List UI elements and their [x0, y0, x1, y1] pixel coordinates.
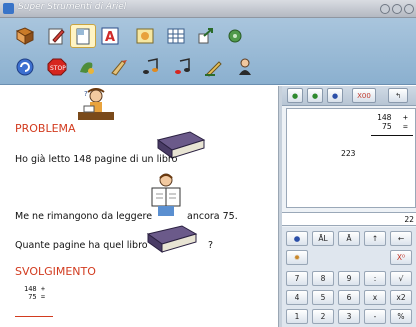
key-4[interactable]: 4 — [286, 290, 308, 305]
key-8[interactable]: 8 — [312, 271, 334, 286]
pencil-paper-icon[interactable] — [43, 24, 69, 48]
calculator-toolbar: ● ● ● X00 ↰ — [282, 86, 416, 106]
grid-icon[interactable] — [163, 24, 189, 48]
svg-text:A: A — [105, 30, 115, 45]
svg-text:STOP: STOP — [50, 65, 66, 72]
problem-line-3: Quante pagine ha quel libro — [15, 240, 148, 251]
pen-icon[interactable] — [201, 55, 227, 79]
calculator-display: 22 — [282, 212, 416, 226]
display-value: 22 — [404, 215, 414, 224]
tape-operator-2: = — [403, 122, 408, 131]
settings-icon[interactable] — [222, 24, 248, 48]
refresh-icon[interactable] — [12, 55, 38, 79]
calculator-panel: ● ● ● X00 ↰ 148 + 75 = 223 22 ● ĀL Ā ↑ ←… — [282, 86, 416, 327]
key-function-4[interactable]: ↑ — [364, 231, 386, 246]
reading-character-icon: ? — [74, 88, 116, 130]
key-1[interactable]: 1 — [286, 309, 308, 324]
key-power[interactable]: X⁰ — [390, 250, 412, 265]
calc-blue-button[interactable]: ● — [327, 88, 343, 103]
problem-line-2-end: ancora 75. — [187, 211, 238, 222]
toolbar: A STOP — [0, 18, 416, 85]
music-note-icon[interactable] — [138, 55, 164, 79]
key-function-2[interactable]: ĀL — [312, 231, 334, 246]
key-special[interactable]: ✹ — [286, 250, 308, 265]
app-icon — [3, 3, 14, 14]
book-icon — [146, 224, 198, 258]
key-multiply[interactable]: x — [364, 290, 386, 305]
solution-heading: SVOLGIMENTO — [15, 265, 96, 278]
paint-icon[interactable] — [74, 55, 100, 79]
key-5[interactable]: 5 — [312, 290, 334, 305]
problem-document: ? PROBLEMA Ho già letto 148 pagine di un… — [0, 86, 278, 327]
solution-operation-line-2: 75 = — [24, 293, 46, 301]
title-bar: Super Strumenti di Ariel — [0, 0, 416, 18]
key-function-5[interactable]: ← — [390, 231, 412, 246]
key-3[interactable]: 3 — [338, 309, 360, 324]
document-icon[interactable] — [70, 24, 96, 48]
tape-sum-line — [371, 135, 413, 136]
svg-text:?: ? — [84, 90, 88, 98]
solution-underline — [15, 316, 53, 317]
window-title: Super Strumenti di Ariel — [18, 2, 127, 12]
calc-undo-button[interactable]: ↰ — [388, 88, 408, 103]
tape-number-1: 148 — [377, 113, 392, 122]
minimize-button[interactable] — [380, 4, 390, 14]
calc-green-button-2[interactable]: ● — [307, 88, 323, 103]
key-square[interactable]: x2 — [390, 290, 412, 305]
problem-line-1: Ho già letto 148 pagine di un libro — [15, 154, 178, 165]
key-function-1[interactable]: ● — [286, 231, 308, 246]
letter-a-icon[interactable]: A — [97, 24, 123, 48]
calc-green-button-1[interactable]: ● — [287, 88, 303, 103]
key-7[interactable]: 7 — [286, 271, 308, 286]
tape-operator-1: + — [403, 113, 408, 122]
solution-operation-line-1: 148 + — [24, 285, 46, 293]
character-icon[interactable] — [232, 55, 258, 79]
image-icon[interactable] — [132, 24, 158, 48]
calculator-tape: 148 + 75 = 223 — [286, 108, 416, 208]
key-6[interactable]: 6 — [338, 290, 360, 305]
calc-clear-button[interactable]: X00 — [352, 88, 376, 103]
key-sqrt[interactable]: √ — [390, 271, 412, 286]
problem-heading: PROBLEMA — [15, 122, 76, 135]
key-2[interactable]: 2 — [312, 309, 334, 324]
problem-line-2-start: Me ne rimangono da leggere — [15, 211, 153, 222]
close-button[interactable] — [404, 4, 414, 14]
stop-icon[interactable]: STOP — [44, 55, 70, 79]
key-minus[interactable]: - — [364, 309, 386, 324]
maximize-button[interactable] — [392, 4, 402, 14]
tape-number-2: 75 — [382, 122, 392, 131]
key-percent[interactable]: % — [390, 309, 412, 324]
key-divide[interactable]: : — [364, 271, 386, 286]
calculator-keypad: ● ĀL Ā ↑ ← ✹ X⁰ 7 8 9 : √ 4 5 6 x x2 1 2… — [282, 227, 416, 327]
brush-icon[interactable] — [106, 55, 132, 79]
key-9[interactable]: 9 — [338, 271, 360, 286]
tape-result: 223 — [341, 149, 356, 158]
key-function-3[interactable]: Ā — [338, 231, 360, 246]
problem-line-3-end: ? — [208, 240, 214, 251]
arrow-icon[interactable] — [193, 24, 219, 48]
book-icon[interactable] — [12, 24, 38, 48]
music-note-icon[interactable] — [170, 55, 196, 79]
